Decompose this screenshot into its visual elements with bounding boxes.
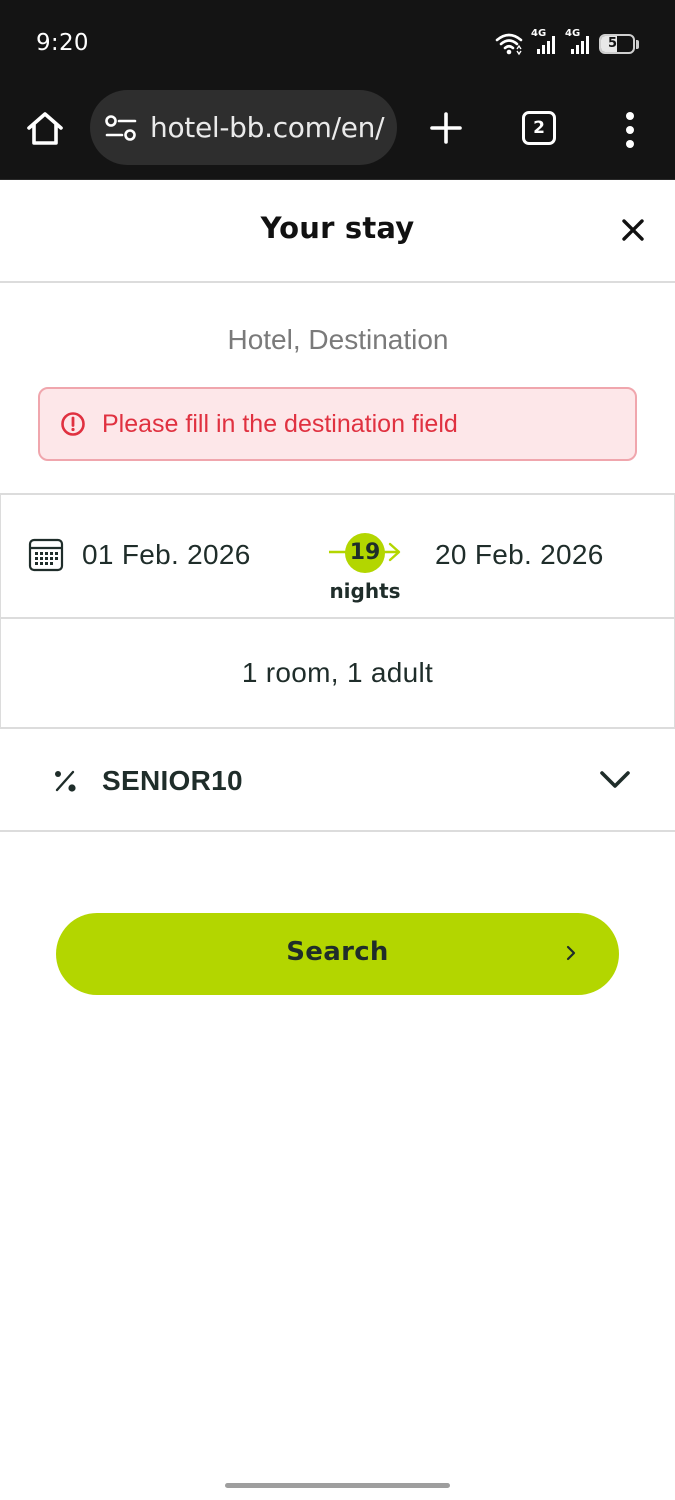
- status-bar: 9:20 4G 4G 51: [0, 0, 675, 88]
- alert-circle-icon: [61, 412, 85, 436]
- signal-icon: 4G: [531, 28, 557, 56]
- home-icon[interactable]: [24, 108, 66, 150]
- site-settings-icon[interactable]: [104, 113, 138, 143]
- percent-icon: [55, 770, 76, 792]
- promo-code[interactable]: SENIOR10: [102, 765, 243, 797]
- nights-count: 19: [345, 533, 385, 573]
- chevron-down-icon[interactable]: [598, 767, 632, 791]
- tabs-icon[interactable]: 2: [522, 111, 556, 145]
- browser-toolbar: hotel-bb.com/en/ 2: [0, 88, 675, 180]
- wifi-icon: [495, 33, 523, 56]
- promo-code-toggle[interactable]: SENIOR10: [0, 729, 675, 832]
- destination-error: Please fill in the destination field: [38, 387, 637, 461]
- close-button[interactable]: [614, 211, 652, 249]
- search-button[interactable]: Search: [56, 913, 619, 995]
- nights-label: nights: [329, 579, 401, 603]
- new-tab-icon[interactable]: [426, 108, 466, 148]
- overflow-menu-icon[interactable]: [617, 108, 643, 152]
- error-message: Please fill in the destination field: [102, 409, 458, 438]
- battery-icon: 51: [599, 34, 635, 54]
- status-time: 9:20: [36, 30, 89, 56]
- close-icon[interactable]: [621, 218, 645, 242]
- status-icons: 4G 4G 51: [495, 28, 639, 58]
- battery-tip: [636, 39, 639, 49]
- signal-icon: 4G: [565, 28, 591, 56]
- guests-summary[interactable]: 1 room, 1 adult: [1, 657, 674, 689]
- date-picker[interactable]: 01 Feb. 2026 19 nights 20 Feb. 2026: [0, 495, 675, 619]
- chevron-right-icon[interactable]: [564, 942, 578, 964]
- url-text[interactable]: hotel-bb.com/en/: [150, 111, 385, 144]
- battery-percent: 51: [607, 36, 627, 51]
- destination-section: Please fill in the destination field: [0, 283, 675, 495]
- network-label: 4G: [565, 28, 581, 39]
- address-bar[interactable]: hotel-bb.com/en/: [90, 90, 397, 165]
- guests-selector[interactable]: 1 room, 1 adult: [0, 619, 675, 729]
- calendar-icon: [28, 538, 64, 572]
- destination-input[interactable]: [40, 313, 636, 367]
- check-in-date[interactable]: 01 Feb. 2026: [82, 539, 251, 571]
- search-label: Search: [286, 937, 389, 967]
- page-header: Your stay: [0, 181, 675, 283]
- page-title: Your stay: [260, 211, 415, 245]
- check-out-date[interactable]: 20 Feb. 2026: [435, 539, 604, 571]
- gesture-bar[interactable]: [225, 1483, 450, 1488]
- network-label: 4G: [531, 28, 547, 39]
